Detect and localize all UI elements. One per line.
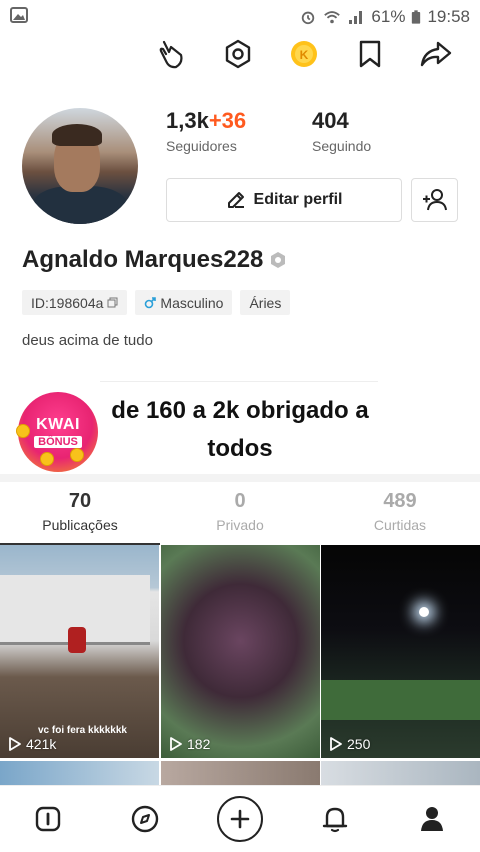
tab-label: Publicações: [42, 517, 118, 533]
profile-icon[interactable]: [408, 795, 456, 843]
id-tag[interactable]: ID:198604a: [22, 290, 128, 315]
sign-tag-text: Áries: [249, 294, 282, 311]
signal-icon: [349, 11, 363, 24]
following-stat[interactable]: 404 Seguindo: [312, 108, 371, 154]
home-icon[interactable]: [24, 795, 72, 843]
battery-percentage: 61%: [371, 7, 406, 26]
play-icon: [170, 737, 182, 751]
clock: 19:58: [427, 7, 470, 26]
tab-count: 489: [383, 490, 417, 512]
profile-tags: ID:198604a Masculino Áries: [22, 290, 291, 315]
video-thumbnail[interactable]: [161, 761, 320, 785]
video-views: 250: [329, 736, 370, 752]
kwai-coin-icon[interactable]: K: [288, 38, 320, 70]
gallery-notification-icon: [10, 6, 28, 23]
profile-tabs: 70 Publicações 0 Privado 489 Curtidas: [0, 490, 480, 544]
following-label: Seguindo: [312, 138, 372, 154]
video-thumbnail[interactable]: 182: [161, 545, 320, 758]
video-views-count: 250: [347, 736, 371, 752]
tab-curtidas[interactable]: 489 Curtidas: [320, 490, 480, 544]
play-icon: [330, 737, 342, 751]
avatar[interactable]: [22, 108, 138, 224]
tab-label: Privado: [216, 517, 264, 533]
profile-name: Agnaldo Marques228: [22, 246, 287, 274]
video-thumbnail[interactable]: [321, 761, 480, 785]
battery-icon: [412, 10, 421, 24]
gender-tag[interactable]: Masculino: [135, 290, 233, 315]
bell-icon[interactable]: [311, 795, 359, 843]
share-icon[interactable]: [420, 38, 452, 70]
banner-divider: [100, 381, 378, 382]
plus-icon[interactable]: [216, 796, 263, 842]
section-divider: [0, 474, 480, 482]
hand-icon[interactable]: [156, 38, 188, 70]
coin-icon: [40, 452, 54, 466]
add-friend-icon: [422, 189, 447, 211]
promo-text[interactable]: de 160 a 2k obrigado a todos: [96, 392, 384, 468]
coin-icon: [16, 424, 30, 438]
settings-icon[interactable]: [222, 38, 254, 70]
id-tag-text: ID:198604a: [31, 294, 104, 311]
followers-count: 1,3k: [166, 108, 209, 133]
video-views: 421k: [8, 736, 56, 752]
svg-text:K: K: [300, 48, 309, 62]
verified-icon[interactable]: [269, 251, 287, 269]
add-friend-button[interactable]: [411, 178, 458, 222]
play-icon: [9, 737, 21, 751]
bookmark-icon[interactable]: [354, 38, 386, 70]
kwai-bonus-badge[interactable]: KWAI BÔNUS: [18, 392, 98, 472]
tab-privado[interactable]: 0 Privado: [160, 490, 320, 544]
profile-name-text: Agnaldo Marques228: [22, 246, 264, 273]
following-count: 404: [312, 108, 349, 133]
bottom-navigation: [0, 785, 480, 852]
discover-icon[interactable]: [121, 795, 169, 843]
video-thumbnail[interactable]: [0, 761, 159, 785]
gender-tag-text: Masculino: [160, 294, 224, 311]
video-views: 182: [169, 736, 210, 752]
kwai-bonus-bottom: BÔNUS: [34, 436, 82, 448]
tab-count: 70: [68, 490, 92, 512]
profile-bio: deus acima de tudo: [22, 332, 153, 349]
video-views-count: 182: [187, 736, 211, 752]
coin-icon: [70, 448, 84, 462]
edit-profile-button[interactable]: Editar perfil: [166, 178, 402, 222]
male-icon: [145, 296, 157, 308]
copy-icon: [107, 297, 118, 308]
edit-profile-label: Editar perfil: [253, 191, 343, 208]
video-caption: vc foi fera kkkkkkk: [38, 725, 127, 736]
tab-label: Curtidas: [373, 517, 427, 533]
followers-stat[interactable]: 1,3k+36 Seguidores: [166, 108, 246, 154]
video-thumbnail[interactable]: vc foi fera kkkkkkk 421k: [0, 545, 159, 758]
followers-label: Seguidores: [166, 138, 237, 154]
alarm-icon: [302, 11, 315, 25]
status-bar: 61% 19:58: [0, 0, 480, 34]
followers-delta: +36: [208, 108, 247, 133]
kwai-bonus-top: KWAI: [36, 416, 80, 433]
video-thumbnail[interactable]: 250: [321, 545, 480, 758]
pencil-icon: [227, 192, 244, 208]
tab-publicacoes[interactable]: 70 Publicações: [0, 490, 160, 544]
video-grid: vc foi fera kkkkkkk 421k 182 250: [0, 545, 480, 785]
wifi-icon: [324, 11, 341, 24]
top-toolbar: K: [0, 34, 480, 74]
sign-tag[interactable]: Áries: [240, 290, 291, 315]
tab-count: 0: [234, 490, 246, 512]
video-views-count: 421k: [26, 736, 57, 752]
